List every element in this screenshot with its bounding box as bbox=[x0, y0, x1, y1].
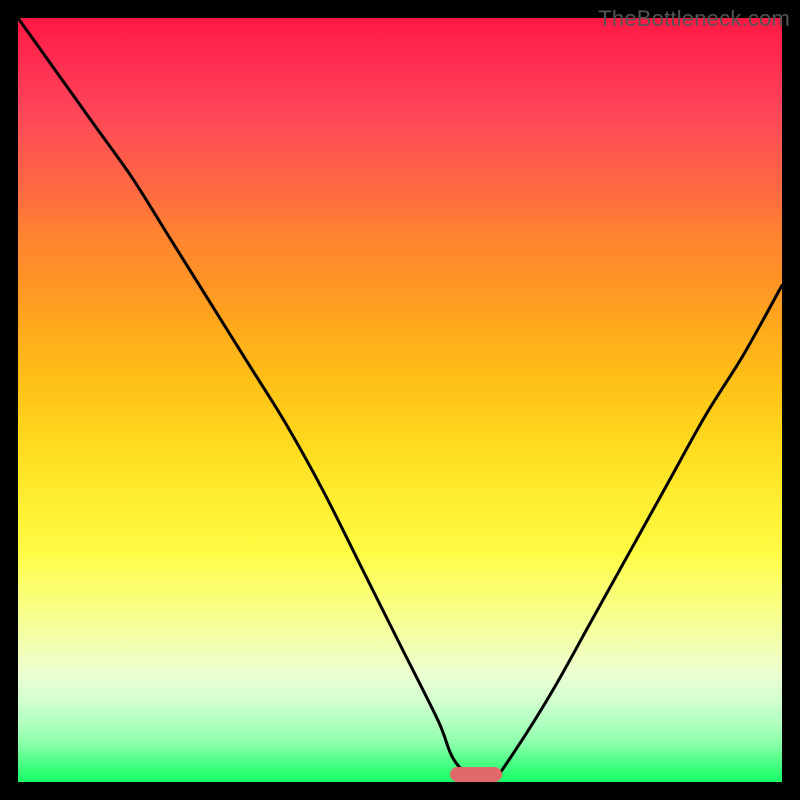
bottleneck-curve bbox=[18, 18, 782, 782]
curve-path bbox=[18, 18, 782, 782]
optimal-marker bbox=[450, 767, 502, 782]
